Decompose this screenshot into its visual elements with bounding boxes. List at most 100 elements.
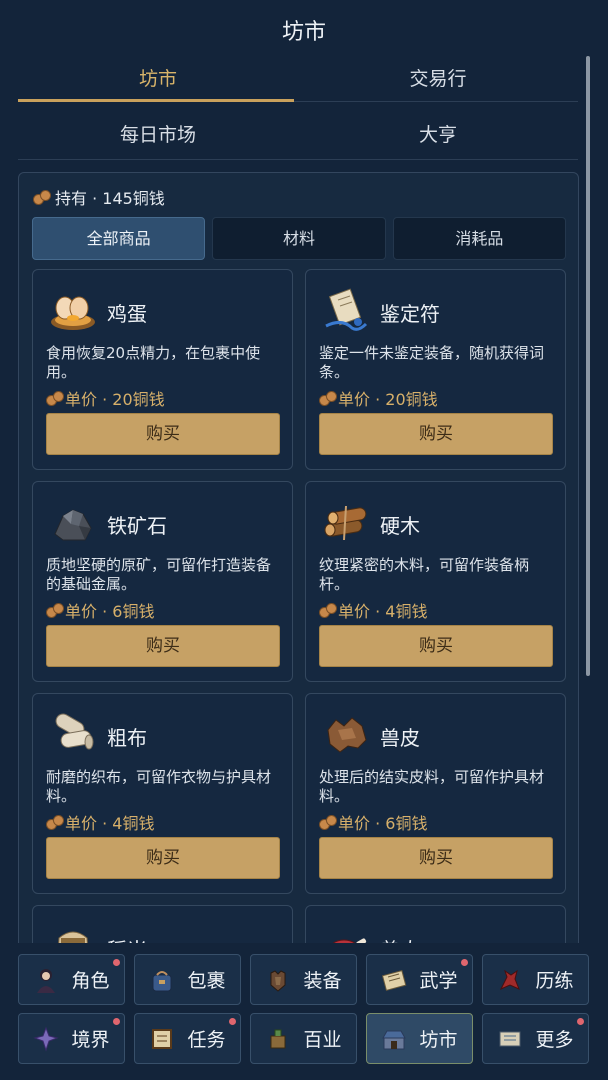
coins-icon: [319, 815, 337, 830]
item-price: 单价 · 20铜钱: [46, 386, 165, 410]
market-icon: [382, 1030, 407, 1049]
item-price-label: 单价 · 4铜钱: [338, 602, 428, 621]
trades-icon: [270, 1029, 286, 1048]
item-description: 食用恢复20点精力，在包裹中使用。: [46, 344, 261, 381]
realm-icon: [33, 1026, 60, 1052]
buy-button[interactable]: 购买: [46, 625, 280, 667]
notification-dot: [113, 959, 120, 966]
quest-icon: [152, 1028, 173, 1049]
item-card: 鉴定符 鉴定一件未鉴定装备，随机获得词条。 单价 · 20铜钱 购买: [305, 269, 566, 470]
nav-label: 百业: [303, 1029, 342, 1051]
item-price: 单价 · 6铜钱: [319, 810, 427, 834]
coins-icon: [319, 391, 337, 406]
egg-icon: [49, 288, 97, 332]
item-price: 单价 · 4铜钱: [46, 810, 154, 834]
item-price-label: 单价 · 20铜钱: [338, 390, 438, 409]
nav-label: 包裹: [187, 970, 226, 992]
nav-label: 境界: [71, 1029, 110, 1051]
item-name: 兽皮: [380, 726, 420, 750]
coins-icon: [33, 190, 51, 205]
nav-label: 历练: [535, 970, 574, 992]
item-card: 鸡蛋 食用恢复20点精力，在包裹中使用。 单价 · 20铜钱 购买: [32, 269, 293, 470]
item-description: 质地坚硬的原矿，可留作打造装备的基础金属。: [46, 556, 272, 593]
iron-ore-icon: [49, 500, 97, 544]
item-description: 鉴定一件未鉴定装备，随机获得词条。: [319, 344, 545, 381]
bottom-nav: 角色 包裹 装备 武学 历练 境界 任务 百业 坊市 更多: [0, 943, 608, 1080]
nav-label: 装备: [303, 970, 342, 992]
nav-label: 武学: [419, 970, 458, 992]
item-card: 铁矿石 质地坚硬的原矿，可留作打造装备的基础金属。 单价 · 6铜钱 购买: [32, 481, 293, 682]
cloth-icon: [49, 712, 97, 756]
buy-button[interactable]: 购买: [46, 413, 280, 455]
nav-label: 角色: [71, 970, 110, 992]
page-title: 坊市: [281, 20, 326, 45]
item-name: 铁矿石: [107, 514, 167, 538]
wallet: 持有 · 145铜钱: [33, 185, 165, 209]
nav-label: 更多: [535, 1029, 574, 1051]
nav-label: 坊市: [419, 1029, 458, 1051]
nav-training[interactable]: 历练: [482, 954, 589, 1005]
item-price: 单价 · 6铜钱: [46, 598, 154, 622]
item-name: 鉴定符: [380, 302, 440, 326]
buy-button[interactable]: 购买: [319, 413, 553, 455]
tab-daily-market[interactable]: 每日市场: [18, 114, 298, 159]
tab-tycoon[interactable]: 大亨: [298, 114, 578, 159]
nav-more[interactable]: 更多: [482, 1013, 589, 1064]
armor-icon: [270, 969, 286, 992]
scrollbar[interactable]: [586, 56, 590, 676]
item-name: 硬木: [380, 514, 420, 538]
martial-book-icon: [382, 969, 407, 991]
nav-trades[interactable]: 百业: [250, 1013, 357, 1064]
item-price-label: 单价 · 6铜钱: [65, 602, 155, 621]
item-description: 纹理紧密的木料，可留作装备柄杆。: [319, 556, 530, 593]
sub-tabs: 每日市场 大亨: [18, 114, 578, 160]
nav-equipment[interactable]: 装备: [250, 954, 357, 1005]
filter-tabs: 全部商品 材料 消耗品: [32, 217, 566, 260]
hardwood-icon: [322, 500, 370, 544]
item-price-label: 单价 · 4铜钱: [65, 814, 155, 833]
coins-icon: [46, 603, 64, 618]
notification-dot: [577, 1018, 584, 1025]
buy-button[interactable]: 购买: [319, 837, 553, 879]
training-icon: [500, 969, 521, 990]
tab-trading-house[interactable]: 交易行: [298, 58, 578, 101]
coins-icon: [319, 603, 337, 618]
hide-icon: [322, 712, 370, 756]
item-card: 粗布 耐磨的织布，可留作衣物与护具材料。 单价 · 4铜钱 购买: [32, 693, 293, 894]
nav-martial-arts[interactable]: 武学: [366, 954, 473, 1005]
notification-dot: [461, 959, 468, 966]
scroll-icon: [322, 288, 370, 332]
item-card: 兽皮 处理后的结实皮料，可留作护具材料。 单价 · 6铜钱 购买: [305, 693, 566, 894]
main-tabs: 坊市 交易行: [18, 58, 578, 102]
item-price-label: 单价 · 20铜钱: [65, 390, 165, 409]
more-icon: [499, 1031, 521, 1046]
item-price: 单价 · 4铜钱: [319, 598, 427, 622]
notification-dot: [113, 1018, 120, 1025]
nav-realm[interactable]: 境界: [18, 1013, 125, 1064]
nav-label: 任务: [187, 1029, 226, 1051]
buy-button[interactable]: 购买: [46, 837, 280, 879]
nav-market[interactable]: 坊市: [366, 1013, 473, 1064]
item-name: 粗布: [107, 726, 147, 750]
item-price: 单价 · 20铜钱: [319, 386, 438, 410]
item-name: 鸡蛋: [107, 302, 147, 326]
item-description: 耐磨的织布，可留作衣物与护具材料。: [46, 768, 272, 805]
nav-quests[interactable]: 任务: [134, 1013, 241, 1064]
bag-icon: [152, 970, 172, 991]
item-description: 处理后的结实皮料，可留作护具材料。: [319, 768, 545, 805]
tab-market[interactable]: 坊市: [18, 58, 298, 102]
item-card: 硬木 纹理紧密的木料，可留作装备柄杆。 单价 · 4铜钱 购买: [305, 481, 566, 682]
buy-button[interactable]: 购买: [319, 625, 553, 667]
item-price-label: 单价 · 6铜钱: [338, 814, 428, 833]
notification-dot: [229, 1018, 236, 1025]
filter-consumables[interactable]: 消耗品: [392, 217, 566, 260]
nav-bag[interactable]: 包裹: [134, 954, 241, 1005]
character-icon: [37, 968, 56, 993]
nav-character[interactable]: 角色: [18, 954, 125, 1005]
filter-materials[interactable]: 材料: [212, 217, 386, 260]
shop-panel: 持有 · 145铜钱 全部商品 材料 消耗品 鸡蛋 食用恢复20点精力，在包裹中…: [18, 172, 579, 952]
coins-icon: [46, 815, 64, 830]
coins-icon: [46, 391, 64, 406]
filter-all[interactable]: 全部商品: [32, 217, 206, 260]
wallet-label: 持有 · 145铜钱: [55, 189, 165, 208]
